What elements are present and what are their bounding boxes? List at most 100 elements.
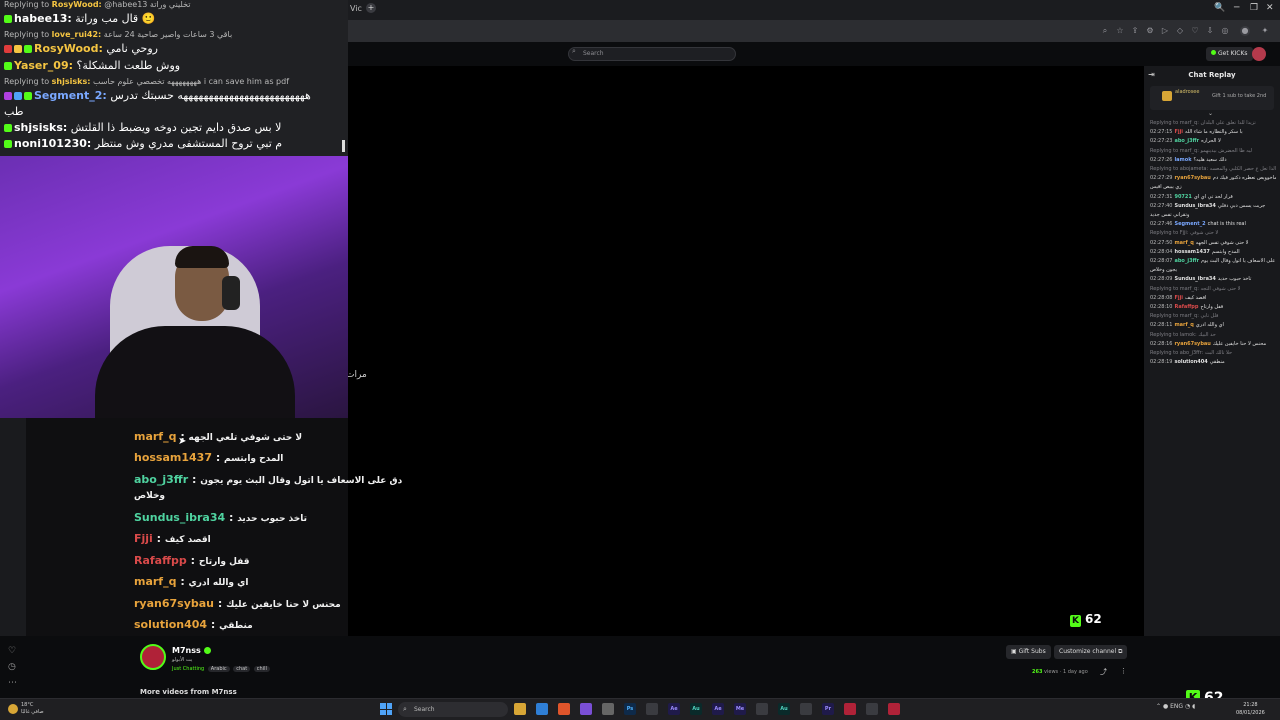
channel-name[interactable]: M7nss (172, 646, 211, 655)
app-icon-5[interactable] (866, 703, 878, 715)
message-text: اي والله ادري (1195, 322, 1224, 329)
search-input[interactable]: Search (568, 47, 736, 61)
get-kicks-button[interactable]: Get KICKs (1206, 47, 1253, 61)
overlay-chat-line: shjsisks: لا بس صدق دايم تجين دوخه ويضبط… (4, 121, 281, 134)
share-icon[interactable]: ⤴ (1100, 667, 1107, 677)
start-button[interactable] (380, 703, 392, 715)
username[interactable]: 90721 (1174, 194, 1191, 200)
customize-channel-button[interactable]: Customize channel ⧉ (1054, 645, 1128, 659)
heart-icon[interactable]: ♡ (1190, 26, 1200, 36)
site-header: Search ⌕ Get KICKs (348, 42, 1280, 66)
clock-icon[interactable]: ◷ (8, 662, 16, 672)
bookmark-icon[interactable]: ☆ (1115, 26, 1125, 36)
taskbar-search[interactable]: ⌕ Search (398, 702, 508, 717)
username[interactable]: Fjji (1174, 129, 1183, 135)
new-tab-button[interactable]: + (366, 3, 376, 13)
heart-icon[interactable]: ♡ (8, 646, 16, 656)
replay-continuation-line: زي يبيص اقيس (1150, 184, 1182, 191)
app-icon-3[interactable] (800, 703, 812, 715)
store-icon[interactable] (602, 703, 614, 715)
username[interactable]: Sundus_ibra34 (1174, 203, 1215, 209)
volume-icon[interactable]: ◖ (1190, 703, 1195, 710)
after-effects-icon-2[interactable]: Ae (712, 703, 724, 715)
close-icon[interactable]: ✕ (1266, 3, 1274, 13)
settings-icon[interactable]: ⚙ (1145, 26, 1155, 36)
taskbar-clock[interactable]: 21:28 08/01/2026 (1236, 701, 1265, 717)
username[interactable]: Rafaffpp (1174, 304, 1198, 310)
username[interactable]: lamok (1174, 157, 1191, 163)
system-tray[interactable]: ⌃ ● ENG ◔ ◖ (1156, 703, 1195, 710)
maximize-icon[interactable]: ❐ (1250, 3, 1258, 13)
tray-chevron-icon[interactable]: ⌃ (1156, 703, 1163, 710)
message-text: قرار لحد تي اي اي (1193, 193, 1233, 200)
weather-widget[interactable]: 18°C صافي غالبًا (8, 702, 44, 716)
gift-subs-button[interactable]: ▣ Gift Subs (1006, 645, 1051, 659)
message-text: جربت يسس دبي دفلي (1217, 202, 1266, 209)
tag-chill[interactable]: chill (253, 666, 270, 672)
replay-chat-line: 02:27:50 marf_q لا حتى شوفي تفس الجهه (1150, 240, 1276, 246)
username[interactable]: ryan67sybau (1174, 175, 1210, 181)
zoom-icon[interactable]: ⌕ (1100, 26, 1110, 36)
ai-icon[interactable]: ✦ (1260, 26, 1270, 36)
chevron-down-icon[interactable]: ⌄ (1208, 110, 1213, 117)
share-icon[interactable]: ⇪ (1130, 26, 1140, 36)
replay-continuation-line: يجون وخلاص (1150, 267, 1177, 274)
username[interactable]: solution404 (1174, 359, 1207, 365)
sub-badge-icon (24, 45, 32, 53)
play-icon[interactable]: ▷ (1160, 26, 1170, 36)
username[interactable]: hossam1437 (1174, 249, 1209, 255)
download-icon[interactable]: ⇩ (1205, 26, 1215, 36)
stream-category[interactable]: Just Chatting Arabic chat chill (172, 666, 270, 672)
webcam-feed (0, 156, 348, 418)
username[interactable]: abo_j3ffr (1174, 138, 1199, 144)
app-icon[interactable] (646, 703, 658, 715)
overlay-scrollbar (342, 140, 345, 152)
app-icon-6[interactable] (888, 703, 900, 715)
audition-icon[interactable]: Au (690, 703, 702, 715)
visual-studio-icon[interactable] (580, 703, 592, 715)
user-avatar[interactable] (1252, 47, 1266, 61)
app-icon-2[interactable] (756, 703, 768, 715)
minimize-icon[interactable]: ─ (1234, 3, 1239, 13)
file-explorer-icon[interactable] (514, 703, 526, 715)
audition-icon-2[interactable]: Au (778, 703, 790, 715)
browser-tab[interactable]: Vic (350, 4, 362, 13)
username[interactable]: ryan67sybau (1174, 341, 1210, 347)
chat-line: abo_j3ffr : دق على الاسعاف يا اتول وقال … (134, 473, 403, 486)
more-options-icon[interactable]: ⋮ (1120, 667, 1127, 675)
replay-chat-line: 02:27:31 90721 قرار لحد تي اي اي (1150, 194, 1276, 200)
username[interactable]: Fjji (1174, 295, 1183, 301)
windows-taskbar: 18°C صافي غالبًا ⌕ Search Ps Ae Au Ae Me A… (0, 698, 1280, 720)
app-icon-4[interactable] (844, 703, 856, 715)
search-tabs-icon[interactable]: 🔍 (1214, 3, 1225, 13)
username[interactable]: Segment_2 (1174, 221, 1205, 227)
more-icon[interactable]: ⋯ (8, 678, 17, 688)
message-text: قفل وارتاح (1200, 304, 1224, 310)
photoshop-icon[interactable]: Ps (624, 703, 636, 715)
shield-icon[interactable]: ◇ (1175, 26, 1185, 36)
video-player[interactable]: K 62 (348, 66, 1144, 636)
brave-icon[interactable] (558, 703, 570, 715)
replay-chat-line: 02:28:07 abo_j3ffr دق على الاسعاف يا اتول … (1150, 258, 1276, 264)
premiere-icon[interactable]: Pr (822, 703, 834, 715)
after-effects-icon[interactable]: Ae (668, 703, 680, 715)
tag-chat[interactable]: chat (233, 666, 251, 672)
media-encoder-icon[interactable]: Me (734, 703, 746, 715)
collapse-chat-icon[interactable]: ⇥ (1148, 66, 1155, 84)
pinned-message[interactable]: aladrosee Gift 1 sub to take 2nd (1150, 86, 1274, 110)
username[interactable]: marf_q (1174, 322, 1193, 328)
tag-arabic[interactable]: Arabic (207, 666, 230, 672)
vscode-icon[interactable] (536, 703, 548, 715)
replay-chat-line: 02:27:15 Fjji با سكر والتظاره ما شاء الله (1150, 129, 1276, 135)
username[interactable]: marf_q (1174, 240, 1193, 246)
browser-tab-bar: Vic + 🔍 ─ ❐ ✕ (348, 0, 1280, 20)
profile-icon[interactable]: ◎ (1220, 26, 1230, 36)
channel-avatar[interactable] (140, 644, 166, 670)
overlay-chat-continuation: طب (4, 105, 24, 118)
username[interactable]: Sundus_ibra34 (1174, 276, 1215, 282)
extension-icon[interactable]: ● (1240, 26, 1250, 36)
verified-icon (203, 647, 211, 654)
username[interactable]: abo_j3ffr (1174, 258, 1199, 264)
timestamp: 02:28:19 (1150, 359, 1173, 366)
replay-reply-line: Replying to Fjji: لا حتى شوفي (1150, 230, 1219, 237)
